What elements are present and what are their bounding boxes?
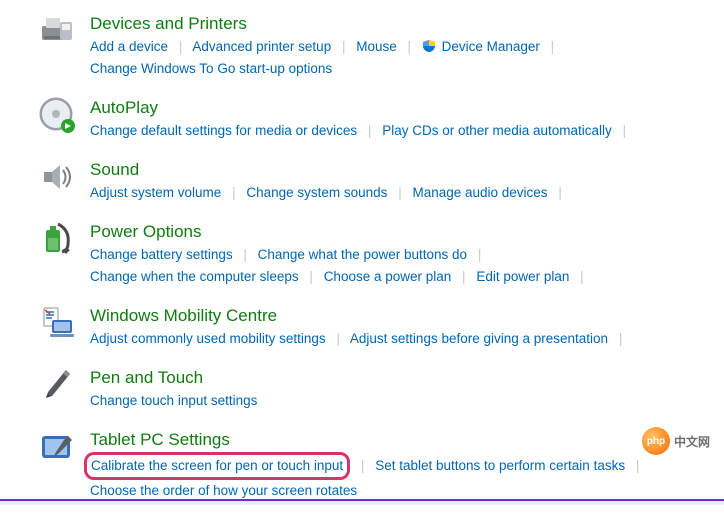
link-autoplay-defaults[interactable]: Change default settings for media or dev…: [90, 123, 357, 138]
pen-and-touch-heading[interactable]: Pen and Touch: [90, 368, 724, 388]
autoplay-heading[interactable]: AutoPlay: [90, 98, 724, 118]
separator: |: [636, 458, 640, 473]
link-calibrate-screen[interactable]: Calibrate the screen for pen or touch in…: [91, 458, 343, 473]
separator: |: [398, 185, 402, 200]
watermark-label: 中文网: [674, 433, 710, 450]
section-devices-printers: Devices and Printers Add a device | Adva…: [0, 8, 724, 92]
link-power-buttons[interactable]: Change what the power buttons do: [258, 247, 467, 262]
link-mobility-settings[interactable]: Adjust commonly used mobility settings: [90, 331, 326, 346]
pen-icon: [36, 366, 78, 408]
link-windows-togo[interactable]: Change Windows To Go start-up options: [90, 61, 332, 76]
link-manage-audio[interactable]: Manage audio devices: [412, 185, 547, 200]
link-computer-sleeps[interactable]: Change when the computer sleeps: [90, 269, 299, 284]
link-play-cds[interactable]: Play CDs or other media automatically: [382, 123, 612, 138]
section-power-options: Power Options Change battery settings | …: [0, 216, 724, 300]
separator: |: [462, 269, 466, 284]
tablet-pc-icon: [36, 428, 78, 470]
link-tablet-buttons[interactable]: Set tablet buttons to perform certain ta…: [375, 458, 625, 473]
separator: |: [243, 247, 247, 262]
separator: |: [361, 458, 365, 473]
devices-printers-heading[interactable]: Devices and Printers: [90, 14, 724, 34]
highlight-annotation: Calibrate the screen for pen or touch in…: [84, 452, 350, 480]
link-mouse[interactable]: Mouse: [356, 39, 397, 54]
mobility-centre-heading[interactable]: Windows Mobility Centre: [90, 306, 724, 326]
control-panel-hardware-list: Devices and Printers Add a device | Adva…: [0, 0, 724, 514]
devices-printers-icon: [36, 12, 78, 54]
uac-shield-icon: [422, 38, 436, 52]
watermark: php 中文网: [642, 427, 710, 455]
link-battery-settings[interactable]: Change battery settings: [90, 247, 233, 262]
power-options-heading[interactable]: Power Options: [90, 222, 724, 242]
link-system-volume[interactable]: Adjust system volume: [90, 185, 221, 200]
link-device-manager[interactable]: Device Manager: [442, 39, 540, 54]
autoplay-icon: [36, 96, 78, 138]
power-options-icon: [36, 220, 78, 262]
separator: |: [580, 269, 584, 284]
link-system-sounds[interactable]: Change system sounds: [246, 185, 387, 200]
separator: |: [623, 123, 627, 138]
mobility-centre-icon: [36, 304, 78, 346]
bottom-shadow: [0, 501, 724, 505]
separator: |: [368, 123, 372, 138]
separator: |: [619, 331, 623, 346]
tablet-pc-heading[interactable]: Tablet PC Settings: [90, 430, 724, 450]
section-autoplay: AutoPlay Change default settings for med…: [0, 92, 724, 154]
link-advanced-printer[interactable]: Advanced printer setup: [192, 39, 331, 54]
separator: |: [478, 247, 482, 262]
link-edit-plan[interactable]: Edit power plan: [476, 269, 569, 284]
link-screen-rotation-order[interactable]: Choose the order of how your screen rota…: [90, 483, 357, 498]
section-pen-and-touch: Pen and Touch Change touch input setting…: [0, 362, 724, 424]
separator: |: [232, 185, 236, 200]
section-sound: Sound Adjust system volume | Change syst…: [0, 154, 724, 216]
link-presentation-settings[interactable]: Adjust settings before giving a presenta…: [350, 331, 608, 346]
bottom-accent: [0, 499, 724, 501]
separator: |: [342, 39, 346, 54]
watermark-logo-icon: php: [642, 427, 670, 455]
separator: |: [336, 331, 340, 346]
link-choose-plan[interactable]: Choose a power plan: [324, 269, 452, 284]
separator: |: [558, 185, 562, 200]
sound-heading[interactable]: Sound: [90, 160, 724, 180]
separator: |: [408, 39, 412, 54]
separator: |: [309, 269, 313, 284]
separator: |: [551, 39, 555, 54]
section-mobility-centre: Windows Mobility Centre Adjust commonly …: [0, 300, 724, 362]
separator: |: [179, 39, 183, 54]
link-add-device[interactable]: Add a device: [90, 39, 168, 54]
sound-icon: [36, 158, 78, 200]
link-touch-input-settings[interactable]: Change touch input settings: [90, 393, 257, 408]
